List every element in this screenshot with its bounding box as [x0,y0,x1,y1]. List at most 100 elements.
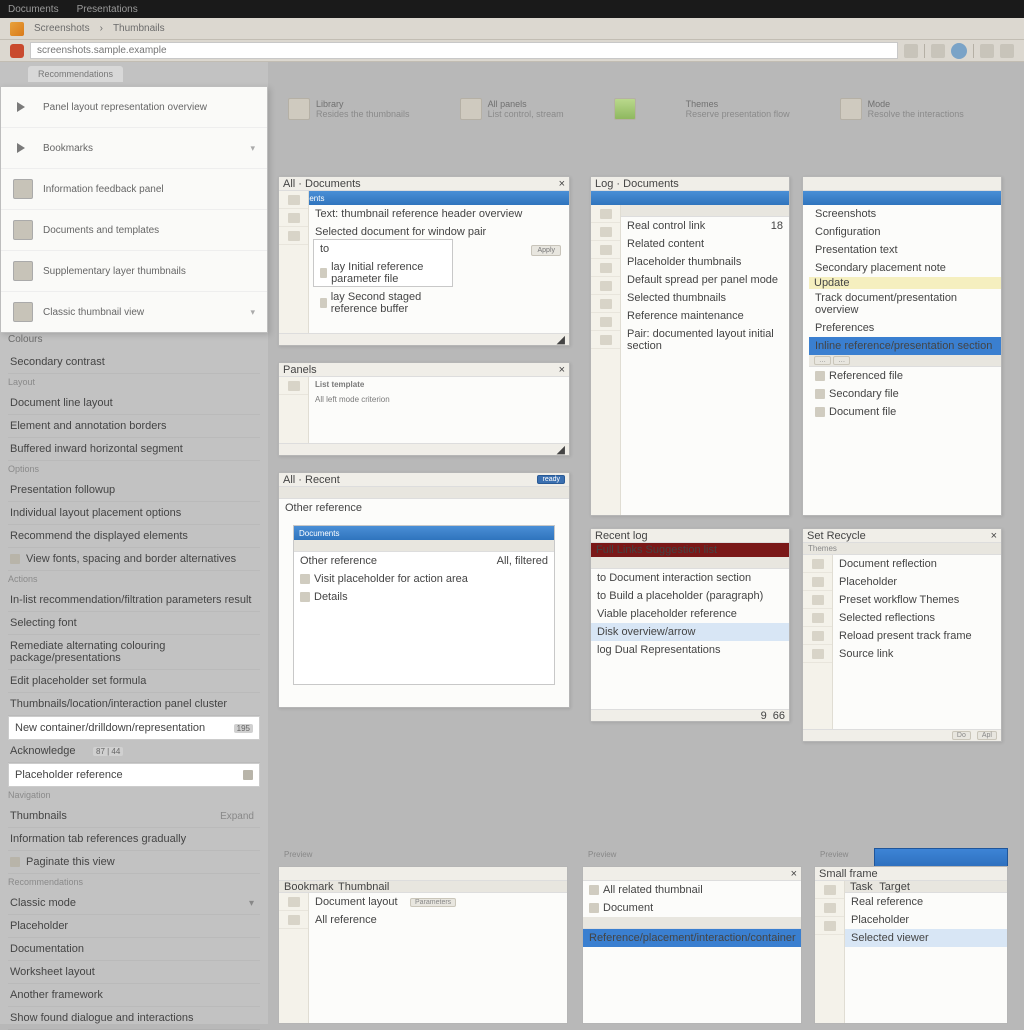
address-input[interactable] [30,42,898,59]
thumb-line[interactable]: Selected thumbnails [621,289,789,307]
thumb-line[interactable]: to Build a placeholder (paragraph) [591,587,789,605]
thumb-line[interactable]: to Document interaction section [591,569,789,587]
sidebar-tab[interactable]: Recommendations [28,66,123,82]
list-item[interactable]: Element and annotation borders [8,415,260,438]
list-item[interactable]: Presentation followup [8,479,260,502]
list-item[interactable]: Acknowledge 87 | 44 [8,740,260,763]
resize-icon[interactable]: ◢ [557,333,565,346]
close-icon[interactable]: × [791,868,797,880]
list-item[interactable]: ThumbnailsExpand [8,805,260,828]
list-item[interactable]: Edit placeholder set formula [8,670,260,693]
list-item[interactable]: Remediate alternating colouring package/… [8,635,260,670]
list-item[interactable]: Selecting font [8,612,260,635]
go-icon[interactable] [951,43,967,59]
nav-fwd-icon[interactable] [931,44,945,58]
thumb-line[interactable]: Reload present track frame [833,627,1001,645]
resize-icon[interactable]: ◢ [557,443,565,456]
list-item[interactable]: In-list recommendation/filtration parame… [8,589,260,612]
list-item[interactable]: Document line layout [8,392,260,415]
breadcrumb-seg[interactable]: Screenshots [34,23,90,34]
list-item[interactable]: Information tab references gradually [8,828,260,851]
thumb-line[interactable]: Real control link18 [621,217,789,235]
pill[interactable]: … [833,356,850,365]
popout-item[interactable]: Panel layout representation overview [1,87,267,128]
list-item[interactable]: Buffered inward horizontal segment [8,438,260,461]
list-item[interactable]: Show found dialogue and interactions [8,1007,260,1030]
list-item-editable[interactable]: New container/drilldown/representation19… [8,716,260,740]
thumb-line[interactable]: Secondary file [809,385,1001,403]
thumb-line[interactable]: Pair: documented layout initial section [621,325,789,355]
ribbon-command[interactable]: All panelsList control, stream [460,98,564,120]
thumb-line[interactable]: Document [583,899,801,917]
thumbnail-window[interactable]: Panels× List template All left mode crit… [278,362,570,456]
list-item[interactable]: Paginate this view [8,851,260,874]
titlebar-item[interactable]: Documents [8,4,59,15]
pill-button[interactable]: Do [952,731,971,740]
thumb-line[interactable]: Viable placeholder reference [591,605,789,623]
thumb-line[interactable]: Placeholder [845,911,1007,929]
popout-item[interactable]: Bookmarks▾ [1,128,267,169]
thumb-line[interactable]: Document reflection [833,555,1001,573]
thumb-line[interactable]: Related content [621,235,789,253]
list-item-editable[interactable]: Placeholder reference [8,763,260,787]
list-item[interactable]: Individual layout placement options [8,502,260,525]
thumb-line[interactable]: Visit placeholder for action area [294,570,554,588]
close-icon[interactable]: × [991,530,997,542]
thumbnail-preview[interactable]: Preview Bookmark Thumbnail Document layo… [278,848,568,1024]
thumbnail-window[interactable]: All · Recentready Other reference Docume… [278,472,570,708]
thumb-line-selected[interactable]: Inline reference/presentation section [809,337,1001,355]
thumb-line[interactable]: Secondary placement note [809,259,1001,277]
thumb-line[interactable]: Other referenceAll, filtered [294,552,554,570]
close-icon[interactable]: × [559,364,565,376]
expand-link[interactable]: Expand [220,811,254,822]
popout-item[interactable]: Documents and templates [1,210,267,251]
list-item[interactable]: View fonts, spacing and border alternati… [8,548,260,571]
list-item[interactable]: Secondary contrast [8,351,260,374]
list-item[interactable]: Classic mode▾ [8,892,260,915]
ribbon-command[interactable]: ThemesReserve presentation flow [686,99,790,119]
thumb-line[interactable]: Real reference [845,893,1007,911]
thumbnail-preview[interactable]: Preview Small frame Task Target Real ref… [814,848,1008,1024]
thumb-line[interactable]: Presentation text [809,241,1001,259]
thumb-line-selected[interactable]: Selected viewer [845,929,1007,947]
list-item[interactable]: Worksheet layout [8,961,260,984]
popout-item[interactable]: Supplementary layer thumbnails [1,251,267,292]
list-item[interactable]: Documentation [8,938,260,961]
ribbon-command[interactable]: LibraryResides the thumbnails [288,98,410,120]
thumb-line[interactable]: Placeholder thumbnails [621,253,789,271]
list-item[interactable]: Thumbnails/location/interaction panel cl… [8,693,260,716]
thumbnail-preview[interactable]: Preview × All related thumbnail Document… [582,848,802,1024]
thumb-line[interactable]: Details [294,588,554,606]
thumb-line[interactable]: Selected reflections [833,609,1001,627]
thumbnail-window[interactable]: Screenshots Configuration Presentation t… [802,176,1002,516]
thumb-line[interactable]: Placeholder [833,573,1001,591]
thumbnail-window[interactable]: All · Documents× Documents Text: thumbna… [278,176,570,346]
breadcrumb-seg[interactable]: Thumbnails [113,23,165,34]
close-icon[interactable]: × [559,178,565,190]
thumb-line[interactable]: All reference [309,911,567,929]
menu-icon[interactable] [1000,44,1014,58]
pill-button[interactable]: Apl [977,731,997,740]
pill[interactable]: … [814,356,831,365]
thumb-line[interactable]: All related thumbnail [583,881,801,899]
thumb-line[interactable]: Source link [833,645,1001,663]
nav-back-icon[interactable] [904,44,918,58]
apply-button[interactable]: Apply [531,245,561,256]
thumbnail-window[interactable]: Set Recycle× Themes Document reflection … [802,528,1002,742]
refresh-icon[interactable] [980,44,994,58]
list-item[interactable]: Placeholder [8,915,260,938]
thumb-line[interactable]: Referenced file [809,367,1001,385]
thumb-line[interactable]: Default spread per panel mode [621,271,789,289]
thumb-line[interactable]: log Dual Representations [591,641,789,659]
ribbon-command[interactable]: ModeResolve the interactions [840,98,964,120]
thumbnail-window[interactable]: Recent log Full Links Suggestion list to… [590,528,790,722]
ribbon-command[interactable] [614,98,636,120]
thumb-line[interactable]: Preferences [809,319,1001,337]
thumb-line[interactable]: Reference maintenance [621,307,789,325]
thumb-line-selected[interactable]: Reference/placement/interaction/containe… [583,929,801,947]
thumb-line[interactable] [583,947,801,953]
list-item[interactable]: Recommend the displayed elements [8,525,260,548]
popout-item[interactable]: Information feedback panel [1,169,267,210]
thumb-line[interactable]: Track document/presentation overview [809,289,1001,319]
list-item[interactable]: Another framework [8,984,260,1007]
